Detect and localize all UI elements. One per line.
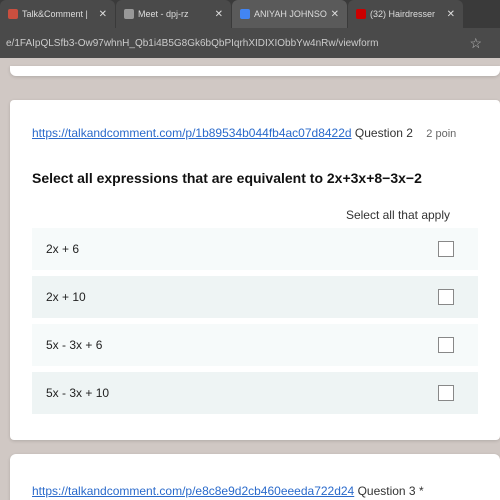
checkbox-icon[interactable] [438,385,454,401]
favicon-icon [8,9,18,19]
favicon-icon [124,9,134,19]
tab-label: Meet - dpj-rz [138,9,189,19]
question-header: https://talkandcomment.com/p/e8c8e9d2cb4… [32,482,478,500]
audio-link[interactable]: https://talkandcomment.com/p/e8c8e9d2cb4… [32,484,354,498]
previous-question-card [10,66,500,76]
question-2-card: https://talkandcomment.com/p/1b89534b044… [10,100,500,440]
option-text: 5x - 3x + 10 [46,386,438,400]
checkbox-icon[interactable] [438,241,454,257]
option-row[interactable]: 5x - 3x + 10 [32,372,478,414]
bookmark-star-icon[interactable]: ☆ [469,35,494,52]
close-icon[interactable]: ✕ [331,9,339,20]
option-row[interactable]: 2x + 10 [32,276,478,318]
form-page: https://talkandcomment.com/p/1b89534b044… [0,58,500,500]
select-all-header: Select all that apply [32,208,478,222]
tab-label: ANIYAH JOHNSO [254,9,327,19]
question-3-card: https://talkandcomment.com/p/e8c8e9d2cb4… [10,454,500,500]
close-icon[interactable]: ✕ [447,9,455,20]
option-text: 5x - 3x + 6 [46,338,438,352]
option-row[interactable]: 5x - 3x + 6 [32,324,478,366]
question-label: Question 2 [352,126,413,140]
option-text: 2x + 10 [46,290,438,304]
option-row[interactable]: 2x + 6 [32,228,478,270]
browser-chrome: Talk&Comment | ✕ Meet - dpj-rz ✕ ANIYAH … [0,0,500,58]
close-icon[interactable]: ✕ [99,9,107,20]
audio-link[interactable]: https://talkandcomment.com/p/1b89534b044… [32,126,352,140]
checkbox-icon[interactable] [438,337,454,353]
tab-label: (32) Hairdresser [370,9,435,19]
question-header: https://talkandcomment.com/p/1b89534b044… [32,124,478,142]
tab-strip: Talk&Comment | ✕ Meet - dpj-rz ✕ ANIYAH … [0,0,500,28]
option-text: 2x + 6 [46,242,438,256]
question-points: 2 poin [426,128,456,140]
question-label: Question 3 * [354,484,423,498]
question-prompt: Select all expressions that are equivale… [32,170,478,186]
tab-form[interactable]: ANIYAH JOHNSO ✕ [232,0,347,28]
favicon-icon [240,9,250,19]
url-bar[interactable]: e/1FAIpQLSfb3-Ow97whnH_Qb1i4B5G8Gk6bQbPI… [0,28,500,58]
favicon-icon [356,9,366,19]
tab-youtube[interactable]: (32) Hairdresser ✕ [348,0,463,28]
tab-meet[interactable]: Meet - dpj-rz ✕ [116,0,231,28]
close-icon[interactable]: ✕ [215,9,223,20]
url-text: e/1FAIpQLSfb3-Ow97whnH_Qb1i4B5G8Gk6bQbPI… [6,38,378,49]
tab-talkcomment[interactable]: Talk&Comment | ✕ [0,0,115,28]
tab-label: Talk&Comment | [22,9,88,19]
options-grid: 2x + 6 2x + 10 5x - 3x + 6 5x - 3x + 10 [32,228,478,414]
checkbox-icon[interactable] [438,289,454,305]
